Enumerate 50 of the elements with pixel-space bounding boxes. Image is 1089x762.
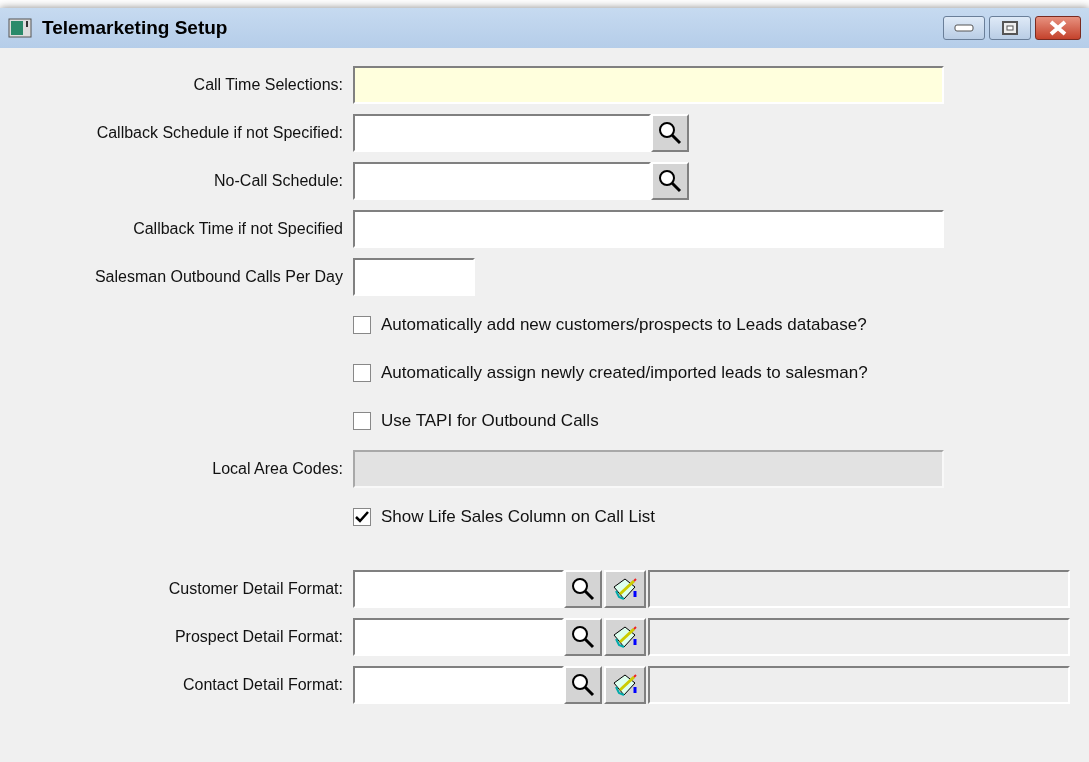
field-label: Call Time Selections:: [192, 76, 343, 94]
text-field[interactable]: [353, 114, 651, 152]
lookup-button[interactable]: [564, 570, 602, 608]
text-field[interactable]: [353, 618, 564, 656]
lookup-button[interactable]: [651, 162, 689, 200]
app-icon: [8, 18, 32, 38]
edit-button[interactable]: [604, 570, 646, 608]
checkbox[interactable]: [353, 364, 371, 382]
field-label: Contact Detail Format:: [181, 676, 343, 694]
text-field[interactable]: [353, 258, 475, 296]
search-icon: [570, 624, 596, 650]
lookup-button[interactable]: [564, 618, 602, 656]
checkbox-label[interactable]: Use TAPI for Outbound Calls: [353, 411, 599, 431]
field-label: Local Area Codes:: [211, 460, 343, 478]
text-field[interactable]: [353, 162, 651, 200]
search-icon: [570, 576, 596, 602]
minimize-button[interactable]: [943, 16, 985, 40]
text-field[interactable]: [353, 210, 944, 248]
field-label: Callback Time if not Specified: [132, 220, 343, 238]
maximize-button[interactable]: [989, 16, 1031, 40]
checkbox[interactable]: [353, 412, 371, 430]
lookup-button[interactable]: [564, 666, 602, 704]
maximize-icon: [1002, 21, 1018, 35]
checkbox-label[interactable]: Automatically assign newly created/imported leads to salesman?: [353, 363, 868, 383]
search-icon: [657, 168, 683, 194]
notepad-pencil-icon: [611, 623, 639, 651]
edit-button[interactable]: [604, 666, 646, 704]
checkbox-label[interactable]: Show Life Sales Column on Call List: [353, 507, 656, 527]
text-field[interactable]: [353, 66, 944, 104]
lookup-button[interactable]: [651, 114, 689, 152]
minimize-icon: [954, 24, 974, 32]
text-field[interactable]: [353, 570, 564, 608]
edit-button[interactable]: [604, 618, 646, 656]
field-label: Prospect Detail Format:: [173, 628, 343, 646]
text-field[interactable]: [353, 666, 564, 704]
field-label: Customer Detail Format:: [167, 580, 343, 598]
close-icon: [1048, 20, 1068, 36]
window-title: Telemarketing Setup: [42, 17, 228, 39]
search-icon: [570, 672, 596, 698]
checkbox[interactable]: [353, 316, 371, 334]
checkbox-label[interactable]: Automatically add new customers/prospects to Leads database?: [353, 315, 867, 335]
search-icon: [657, 120, 683, 146]
notepad-pencil-icon: [611, 575, 639, 603]
check-icon: [355, 511, 369, 523]
close-button[interactable]: [1035, 16, 1081, 40]
field-label: Callback Schedule if not Specified:: [95, 124, 343, 142]
notepad-pencil-icon: [611, 671, 639, 699]
checkbox[interactable]: [353, 508, 371, 526]
field-label: No-Call Schedule:: [213, 172, 343, 190]
field-label: Salesman Outbound Calls Per Day: [93, 268, 343, 286]
